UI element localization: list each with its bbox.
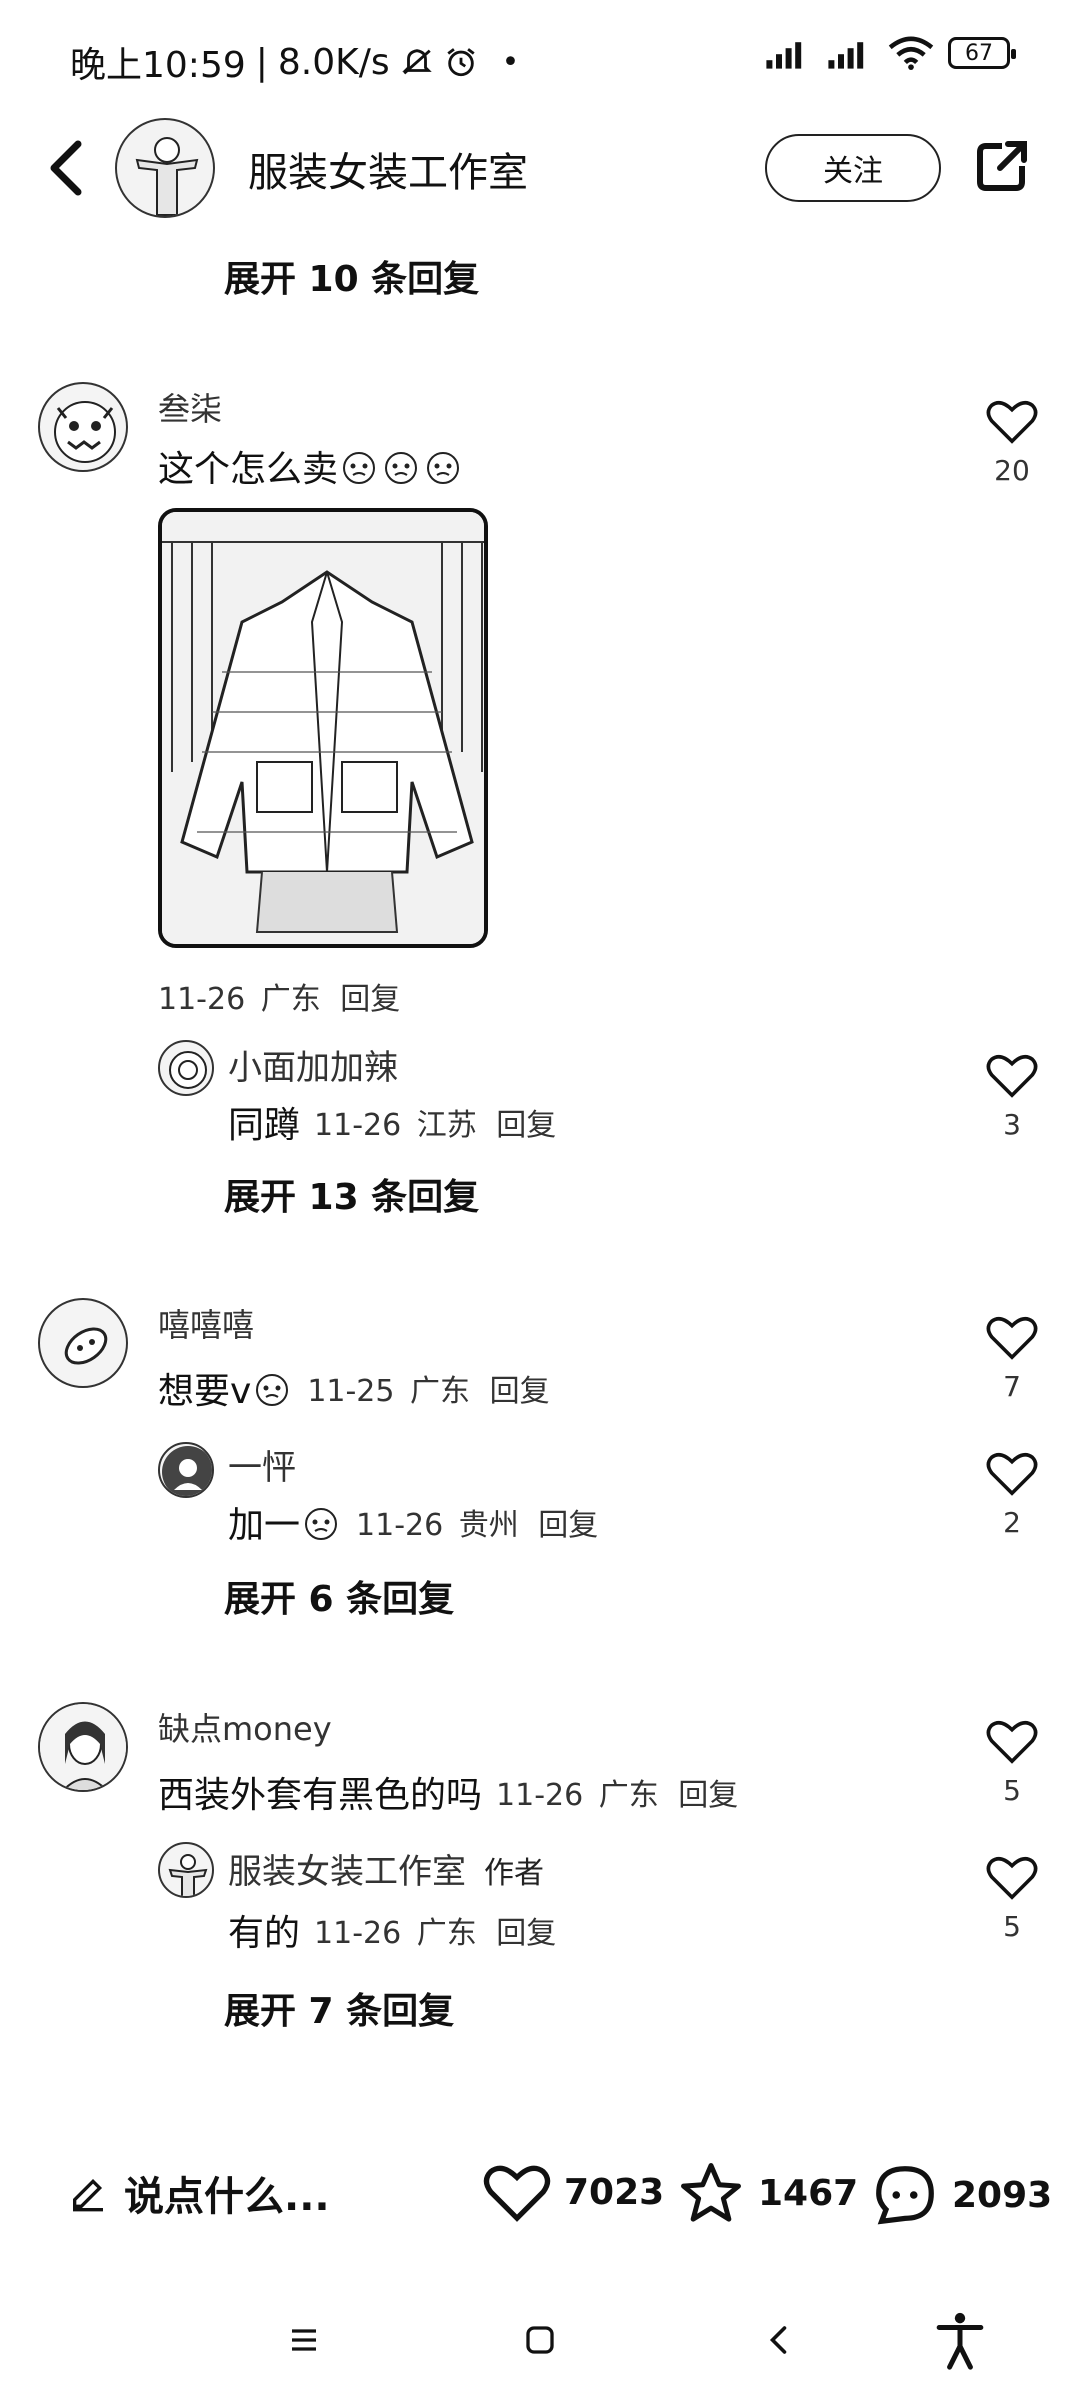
- comment-placeholder: 说点什么...: [124, 2174, 330, 2220]
- emoji-icon: [301, 1502, 341, 1542]
- avatar[interactable]: [158, 1040, 214, 1096]
- wifi-icon: [888, 36, 934, 70]
- avatar[interactable]: [38, 382, 128, 472]
- signal-icon-2: [826, 36, 874, 70]
- like-button[interactable]: 7: [980, 1312, 1044, 1403]
- reply-text: 同蹲 11-26 江苏 回复: [228, 1105, 557, 1146]
- reply-link[interactable]: 回复: [496, 1108, 556, 1143]
- like-count: 20: [994, 454, 1030, 487]
- network-speed: 8.0K/s: [277, 41, 390, 83]
- reply-text: 加一 11-26 贵州 回复: [228, 1496, 598, 1548]
- share-button[interactable]: [972, 136, 1032, 196]
- reply-link[interactable]: 回复: [678, 1778, 738, 1813]
- post-like-count: 7023: [564, 2171, 665, 2213]
- nav-back-button[interactable]: [750, 2310, 810, 2370]
- reply-text: 有的 11-26 广东 回复: [228, 1913, 557, 1954]
- like-count: 5: [1003, 1774, 1021, 1807]
- avatar[interactable]: [38, 1298, 128, 1388]
- avatar[interactable]: [158, 1842, 214, 1898]
- follow-button[interactable]: 关注: [765, 134, 941, 202]
- emoji-icon: [423, 446, 463, 486]
- accessibility-icon: [936, 2312, 984, 2370]
- comment-count: 2093: [952, 2174, 1053, 2216]
- bottom-action-bar: 说点什么... 7023 1467 2093: [0, 2150, 1080, 2240]
- like-button[interactable]: 5: [980, 1852, 1044, 1943]
- header: 服装女装工作室 关注: [0, 110, 1080, 230]
- expand-replies[interactable]: 展开 7 条回复: [224, 1982, 454, 2034]
- status-right: 67: [764, 36, 1016, 70]
- like-count: 5: [1003, 1910, 1021, 1943]
- emoji-icon: [339, 446, 379, 486]
- heart-icon: [986, 1720, 1038, 1764]
- comment-username[interactable]: 叁柒: [158, 384, 222, 430]
- page-title: 服装女装工作室: [248, 150, 528, 196]
- expand-replies-top[interactable]: 展开 10 条回复: [224, 250, 479, 302]
- status-bar: 晚上10:59 | 8.0K/s • 67: [0, 0, 1080, 110]
- author-badge: 作者: [484, 1856, 544, 1891]
- heart-icon: [986, 1316, 1038, 1360]
- heart-icon: [483, 2165, 551, 2222]
- avatar[interactable]: [158, 1442, 214, 1498]
- system-nav-bar: [0, 2290, 1080, 2390]
- reply-link[interactable]: 回复: [496, 1916, 556, 1951]
- heart-icon: [986, 1856, 1038, 1900]
- comment-text: 这个怎么卖: [158, 440, 464, 492]
- home-button[interactable]: [510, 2310, 570, 2370]
- avatar[interactable]: [38, 1702, 128, 1792]
- menu-icon: [292, 2329, 316, 2351]
- like-button[interactable]: 2: [980, 1448, 1044, 1539]
- emoji-icon: [381, 446, 421, 486]
- accessibility-button[interactable]: [930, 2310, 990, 2370]
- heart-icon: [986, 1054, 1038, 1098]
- like-button[interactable]: 20: [980, 396, 1044, 487]
- pencil-icon: [73, 2178, 103, 2212]
- like-button[interactable]: 3: [980, 1050, 1044, 1141]
- battery-icon: 67: [948, 37, 1016, 69]
- like-post-button[interactable]: 7023: [482, 2160, 664, 2224]
- status-time: 晚上10:59: [70, 45, 246, 86]
- comment-image[interactable]: [158, 508, 488, 948]
- comment-username[interactable]: 嘻嘻嘻: [158, 1300, 254, 1346]
- signal-icon: [764, 36, 812, 70]
- like-button[interactable]: 5: [980, 1716, 1044, 1807]
- favorite-button[interactable]: 1467: [676, 2160, 858, 2226]
- status-left: 晚上10:59 | 8.0K/s •: [70, 36, 519, 88]
- share-icon: [977, 141, 1027, 191]
- heart-icon: [986, 400, 1038, 444]
- comment-username[interactable]: 缺点money: [158, 1704, 332, 1750]
- like-count: 7: [1003, 1370, 1021, 1403]
- reply-link[interactable]: 回复: [490, 1374, 550, 1409]
- back-button[interactable]: [36, 132, 96, 204]
- comment-input[interactable]: 说点什么...: [68, 2164, 330, 2222]
- comment-text: 西装外套有黑色的吗 11-26 广东 回复: [158, 1775, 739, 1816]
- emoji-icon: [252, 1368, 292, 1408]
- menu-button[interactable]: [274, 2310, 334, 2370]
- reply-link[interactable]: 回复: [538, 1508, 598, 1543]
- comment-meta: 11-26 广东 回复: [158, 982, 401, 1017]
- like-count: 3: [1003, 1108, 1021, 1141]
- heart-icon: [986, 1452, 1038, 1496]
- expand-replies[interactable]: 展开 6 条回复: [224, 1570, 454, 1622]
- star-icon: [681, 2163, 741, 2222]
- profile-avatar[interactable]: [115, 118, 215, 218]
- reply-username[interactable]: 一怦: [228, 1440, 296, 1489]
- dot-indicator: •: [501, 44, 520, 80]
- like-count: 2: [1003, 1506, 1021, 1539]
- back-icon: [50, 140, 82, 196]
- reply-username[interactable]: 服装女装工作室 作者: [228, 1844, 544, 1893]
- home-icon: [526, 2326, 554, 2354]
- reply-username[interactable]: 小面加加辣: [228, 1040, 398, 1089]
- mute-icon: [400, 45, 434, 79]
- reply-link[interactable]: 回复: [340, 982, 400, 1017]
- comments-button[interactable]: 2093: [870, 2160, 1052, 2230]
- comment-text: 想要v 11-25 广东 回复: [158, 1362, 550, 1414]
- comment-icon: [876, 2166, 934, 2225]
- alarm-icon: [444, 45, 478, 79]
- nav-back-icon: [769, 2326, 787, 2354]
- expand-replies[interactable]: 展开 13 条回复: [224, 1168, 479, 1220]
- favorite-count: 1467: [758, 2172, 859, 2214]
